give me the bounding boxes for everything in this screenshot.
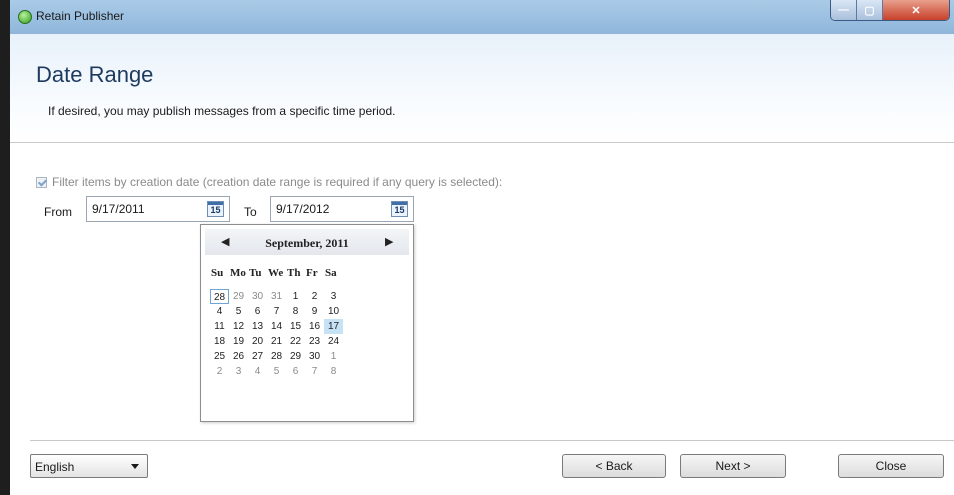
minimize-button[interactable]: — xyxy=(831,0,857,20)
calendar-day[interactable]: 6 xyxy=(248,304,267,319)
calendar-day[interactable]: 30 xyxy=(248,289,267,304)
calendar-day[interactable]: 29 xyxy=(286,349,305,364)
window-controls: — ▢ ✕ xyxy=(830,0,950,21)
calendar-day[interactable]: 19 xyxy=(229,334,248,349)
minimize-icon: — xyxy=(838,4,849,16)
calendar-day[interactable]: 7 xyxy=(305,364,324,379)
calendar-day[interactable]: 21 xyxy=(267,334,286,349)
calendar-day[interactable]: 25 xyxy=(210,349,229,364)
filter-by-date-option[interactable]: Filter items by creation date (creation … xyxy=(36,174,502,190)
calendar-day[interactable]: 28 xyxy=(210,289,229,304)
calendar-day[interactable]: 3 xyxy=(324,289,343,304)
weekday-label: Th xyxy=(287,267,301,279)
close-window-button[interactable]: ✕ xyxy=(883,0,949,20)
to-calendar-button[interactable]: 15 xyxy=(391,201,408,217)
to-date-value: 9/17/2012 xyxy=(276,202,330,216)
close-button[interactable]: Close xyxy=(838,454,944,478)
calendar-day[interactable]: 11 xyxy=(210,319,229,334)
to-label: To xyxy=(244,205,257,219)
calendar-day[interactable]: 29 xyxy=(229,289,248,304)
calendar-day[interactable]: 17 xyxy=(324,319,343,334)
calendar-popup: ◀ September, 2011 ▶ Su Mo Tu We Th Fr Sa… xyxy=(200,224,414,422)
language-select[interactable]: English xyxy=(30,454,148,478)
calendar-day[interactable]: 2 xyxy=(305,289,324,304)
calendar-icon-number: 15 xyxy=(210,205,221,215)
maximize-icon: ▢ xyxy=(864,4,875,17)
back-button[interactable]: < Back xyxy=(562,454,666,478)
calendar-day[interactable]: 3 xyxy=(229,364,248,379)
calendar-day[interactable]: 26 xyxy=(229,349,248,364)
close-icon: ✕ xyxy=(911,4,921,17)
weekday-label: Tu xyxy=(249,267,262,279)
calendar-day[interactable]: 31 xyxy=(267,289,286,304)
calendar-day[interactable]: 22 xyxy=(286,334,305,349)
calendar-day[interactable]: 27 xyxy=(248,349,267,364)
calendar-day[interactable]: 5 xyxy=(229,304,248,319)
weekday-label: We xyxy=(268,267,284,279)
calendar-day[interactable]: 28 xyxy=(267,349,286,364)
calendar-day[interactable]: 30 xyxy=(305,349,324,364)
from-date-value: 9/17/2011 xyxy=(92,202,145,216)
next-month-icon[interactable]: ▶ xyxy=(385,235,393,248)
calendar-day[interactable]: 4 xyxy=(248,364,267,379)
filter-checkbox[interactable] xyxy=(36,176,47,188)
to-date-field[interactable]: 9/17/2012 15 xyxy=(270,196,414,222)
page-title: Date Range xyxy=(36,62,154,87)
from-calendar-button[interactable]: 15 xyxy=(207,201,224,217)
calendar-day[interactable]: 8 xyxy=(286,304,305,319)
calendar-day[interactable]: 18 xyxy=(210,334,229,349)
calendar-day[interactable]: 10 xyxy=(324,304,343,319)
calendar-weekday-row: Su Mo Tu We Th Fr Sa xyxy=(211,267,344,279)
calendar-day[interactable]: 1 xyxy=(286,289,305,304)
calendar-day[interactable]: 24 xyxy=(324,334,343,349)
weekday-label: Su xyxy=(211,267,224,279)
weekday-label: Fr xyxy=(306,267,318,279)
calendar-day-grid: 28 29 30 31 1 2 3 4 5 6 7 8 9 10 11 12 13 14 15 16 17 18 19 20 2… xyxy=(210,289,343,379)
calendar-day[interactable]: 6 xyxy=(286,364,305,379)
chevron-down-icon xyxy=(131,464,139,469)
calendar-day[interactable]: 8 xyxy=(324,364,343,379)
calendar-day[interactable]: 2 xyxy=(210,364,229,379)
calendar-day[interactable]: 9 xyxy=(305,304,324,319)
app-icon xyxy=(18,10,32,24)
wizard-header: Date Range If desired, you may publish m… xyxy=(10,34,954,143)
window-frame-left xyxy=(0,0,10,495)
footer-divider xyxy=(30,440,954,441)
page-subtitle: If desired, you may publish messages fro… xyxy=(48,104,396,118)
calendar-day[interactable]: 12 xyxy=(229,319,248,334)
calendar-day[interactable]: 16 xyxy=(305,319,324,334)
calendar-day[interactable]: 4 xyxy=(210,304,229,319)
calendar-day[interactable]: 14 xyxy=(267,319,286,334)
calendar-day[interactable]: 23 xyxy=(305,334,324,349)
calendar-day[interactable]: 7 xyxy=(267,304,286,319)
calendar-day[interactable]: 1 xyxy=(324,349,343,364)
app-window: Retain Publisher — ▢ ✕ Date Range If des… xyxy=(10,0,954,495)
next-button[interactable]: Next > xyxy=(680,454,786,478)
window-title: Retain Publisher xyxy=(36,9,125,23)
title-bar[interactable]: Retain Publisher — ▢ ✕ xyxy=(10,0,954,35)
maximize-button[interactable]: ▢ xyxy=(857,0,883,20)
calendar-header: ◀ September, 2011 ▶ xyxy=(205,229,409,255)
from-date-field[interactable]: 9/17/2011 15 xyxy=(86,196,230,222)
language-value: English xyxy=(35,460,75,474)
filter-label: Filter items by creation date (creation … xyxy=(52,175,503,189)
from-label: From xyxy=(44,205,72,219)
weekday-label: Mo xyxy=(230,267,246,279)
calendar-day[interactable]: 15 xyxy=(286,319,305,334)
calendar-month-title[interactable]: September, 2011 xyxy=(205,236,409,251)
weekday-label: Sa xyxy=(325,267,337,279)
calendar-day[interactable]: 5 xyxy=(267,364,286,379)
calendar-day[interactable]: 13 xyxy=(248,319,267,334)
calendar-icon-number: 15 xyxy=(394,205,405,215)
calendar-day[interactable]: 20 xyxy=(248,334,267,349)
